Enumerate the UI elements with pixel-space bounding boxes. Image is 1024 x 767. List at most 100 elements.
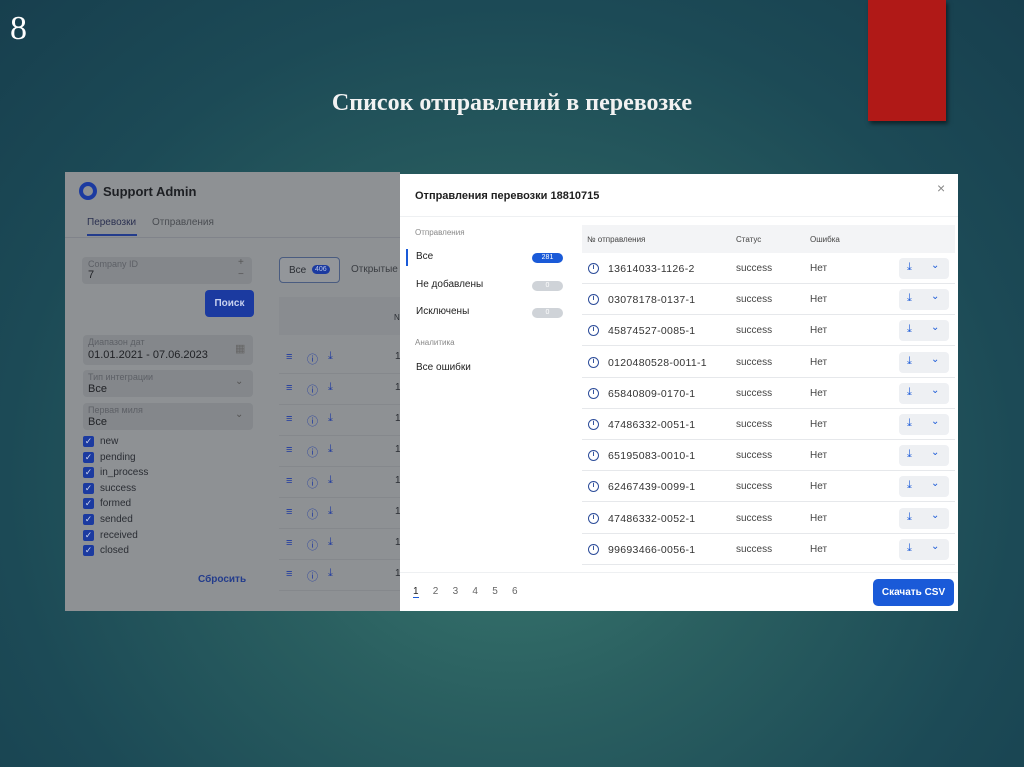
chevron-down-icon[interactable]: ⌄ bbox=[931, 322, 939, 333]
checkbox-closed[interactable]: ✓ bbox=[83, 545, 94, 557]
info-icon[interactable]: ⓘ bbox=[307, 351, 318, 367]
page-6[interactable]: 6 bbox=[512, 586, 518, 597]
download-icon[interactable]: ⤓ bbox=[907, 261, 912, 274]
download-icon[interactable]: ⤓ bbox=[328, 505, 333, 518]
download-icon[interactable]: ⤓ bbox=[907, 417, 912, 430]
background-table-row[interactable]: ≡ ⓘ ⤓ 1 bbox=[279, 467, 400, 498]
nav-item[interactable]: Не добавлены bbox=[416, 279, 483, 290]
nav-item[interactable]: Все bbox=[416, 251, 433, 262]
info-icon[interactable]: i bbox=[588, 512, 599, 524]
page-3[interactable]: 3 bbox=[453, 586, 459, 597]
info-icon[interactable]: i bbox=[588, 294, 599, 306]
info-icon[interactable]: ⓘ bbox=[307, 475, 318, 491]
stepper-icon[interactable]: + − bbox=[238, 257, 244, 281]
reset-link[interactable]: Сбросить bbox=[198, 574, 246, 585]
list-icon[interactable]: ≡ bbox=[286, 537, 292, 549]
background-table-row[interactable]: ≡ ⓘ ⤓ 1 bbox=[279, 436, 400, 467]
page-2[interactable]: 2 bbox=[433, 586, 439, 597]
chevron-down-icon[interactable]: ⌄ bbox=[931, 478, 939, 489]
search-button[interactable]: Поиск bbox=[205, 290, 254, 317]
chevron-down-icon[interactable]: ⌄ bbox=[931, 541, 939, 552]
close-icon[interactable]: × bbox=[937, 180, 945, 196]
list-icon[interactable]: ≡ bbox=[286, 351, 292, 363]
info-icon[interactable]: i bbox=[588, 356, 599, 368]
list-icon[interactable]: ≡ bbox=[286, 413, 292, 425]
download-icon[interactable]: ⤓ bbox=[328, 567, 333, 580]
company-id-field[interactable]: Company ID 7 + − bbox=[82, 257, 252, 284]
download-icon[interactable]: ⤓ bbox=[907, 323, 912, 336]
nav-item-count: 0 bbox=[532, 308, 563, 318]
chevron-down-icon[interactable]: ⌄ bbox=[931, 291, 939, 302]
checkbox-success[interactable]: ✓ bbox=[83, 482, 94, 494]
checkbox-sended[interactable]: ✓ bbox=[83, 514, 94, 525]
checkbox-formed[interactable]: ✓ bbox=[83, 498, 94, 510]
download-icon[interactable]: ⤓ bbox=[328, 381, 333, 394]
integration-type-select[interactable]: Тип интеграции Все ⌄ bbox=[83, 370, 253, 397]
info-icon[interactable]: i bbox=[588, 325, 599, 337]
info-icon[interactable]: i bbox=[588, 481, 599, 493]
chevron-down-icon[interactable]: ⌄ bbox=[931, 385, 939, 396]
download-icon[interactable]: ⤓ bbox=[328, 536, 333, 549]
chevron-down-icon[interactable]: ⌄ bbox=[931, 510, 939, 521]
download-icon[interactable]: ⤓ bbox=[328, 474, 333, 487]
list-icon[interactable]: ≡ bbox=[286, 568, 292, 580]
tab-perevozki[interactable]: Перевозки bbox=[87, 217, 136, 228]
first-mile-select[interactable]: Первая миля Все ⌄ bbox=[83, 403, 253, 430]
info-icon[interactable]: ⓘ bbox=[307, 568, 318, 584]
background-table-row[interactable]: ≡ ⓘ ⤓ 1 bbox=[279, 498, 400, 529]
integration-type-label: Тип интеграции bbox=[88, 372, 154, 382]
download-icon[interactable]: ⤓ bbox=[907, 511, 912, 524]
page-4[interactable]: 4 bbox=[472, 586, 478, 597]
checkbox-in_process[interactable]: ✓ bbox=[83, 467, 94, 479]
info-icon[interactable]: i bbox=[588, 543, 599, 555]
list-icon[interactable]: ≡ bbox=[286, 444, 292, 456]
background-table-row[interactable]: ≡ ⓘ ⤓ 1 bbox=[279, 405, 400, 436]
segment-open[interactable]: Открытые bbox=[351, 264, 398, 275]
info-icon[interactable]: ⓘ bbox=[307, 413, 318, 429]
download-csv-button[interactable]: Скачать CSV bbox=[873, 579, 954, 606]
download-icon[interactable]: ⤓ bbox=[907, 479, 912, 492]
checkbox-pending[interactable]: ✓ bbox=[83, 451, 94, 463]
info-icon[interactable]: ⓘ bbox=[307, 506, 318, 522]
list-icon[interactable]: ≡ bbox=[286, 382, 292, 394]
info-icon[interactable]: i bbox=[588, 419, 599, 430]
download-icon[interactable]: ⤓ bbox=[907, 355, 912, 368]
download-icon[interactable]: ⤓ bbox=[328, 443, 333, 456]
info-icon[interactable]: i bbox=[588, 263, 599, 274]
checkbox-new[interactable]: ✓ bbox=[83, 436, 94, 447]
slide-number: 8 bbox=[10, 10, 27, 47]
shipment-status: success bbox=[736, 263, 773, 274]
download-icon[interactable]: ⤓ bbox=[907, 386, 912, 399]
background-table-row[interactable]: ≡ ⓘ ⤓ 1 bbox=[279, 343, 400, 374]
info-icon[interactable]: ⓘ bbox=[307, 537, 318, 553]
download-icon[interactable]: ⤓ bbox=[328, 350, 333, 363]
download-icon[interactable]: ⤓ bbox=[907, 292, 912, 305]
chevron-down-icon[interactable]: ⌄ bbox=[931, 260, 939, 271]
calendar-icon[interactable]: ▦ bbox=[235, 342, 245, 355]
download-icon[interactable]: ⤓ bbox=[907, 542, 912, 555]
shipment-number: 47486332-0052-1 bbox=[608, 512, 696, 525]
background-table-row[interactable]: ≡ ⓘ ⤓ 1 bbox=[279, 374, 400, 405]
background-table-row[interactable]: ≡ ⓘ ⤓ 1 bbox=[279, 560, 400, 591]
info-icon[interactable]: i bbox=[588, 387, 599, 399]
shipment-number: 65195083-0010-1 bbox=[608, 450, 696, 463]
nav-item[interactable]: Исключены bbox=[416, 306, 469, 317]
download-icon[interactable]: ⤓ bbox=[328, 412, 333, 425]
page-5[interactable]: 5 bbox=[492, 586, 498, 597]
info-icon[interactable]: ⓘ bbox=[307, 444, 318, 460]
page-1[interactable]: 1 bbox=[413, 586, 419, 598]
tab-otpravleniya[interactable]: Отправления bbox=[152, 217, 214, 228]
checkbox-received[interactable]: ✓ bbox=[83, 529, 94, 541]
info-icon[interactable]: i bbox=[588, 450, 599, 462]
date-range-field[interactable]: Диапазон дат 01.01.2021 - 07.06.2023 ▦ bbox=[83, 335, 253, 365]
download-icon[interactable]: ⤓ bbox=[907, 448, 912, 461]
list-icon[interactable]: ≡ bbox=[286, 475, 292, 487]
chevron-down-icon[interactable]: ⌄ bbox=[931, 447, 939, 458]
list-icon[interactable]: ≡ bbox=[286, 506, 292, 518]
segment-all[interactable]: Все 406 bbox=[279, 257, 340, 283]
chevron-down-icon[interactable]: ⌄ bbox=[931, 354, 939, 365]
background-table-row[interactable]: ≡ ⓘ ⤓ 1 bbox=[279, 529, 400, 560]
nav-item-all-errors[interactable]: Все ошибки bbox=[416, 362, 471, 373]
chevron-down-icon[interactable]: ⌄ bbox=[931, 416, 939, 427]
info-icon[interactable]: ⓘ bbox=[307, 382, 318, 398]
